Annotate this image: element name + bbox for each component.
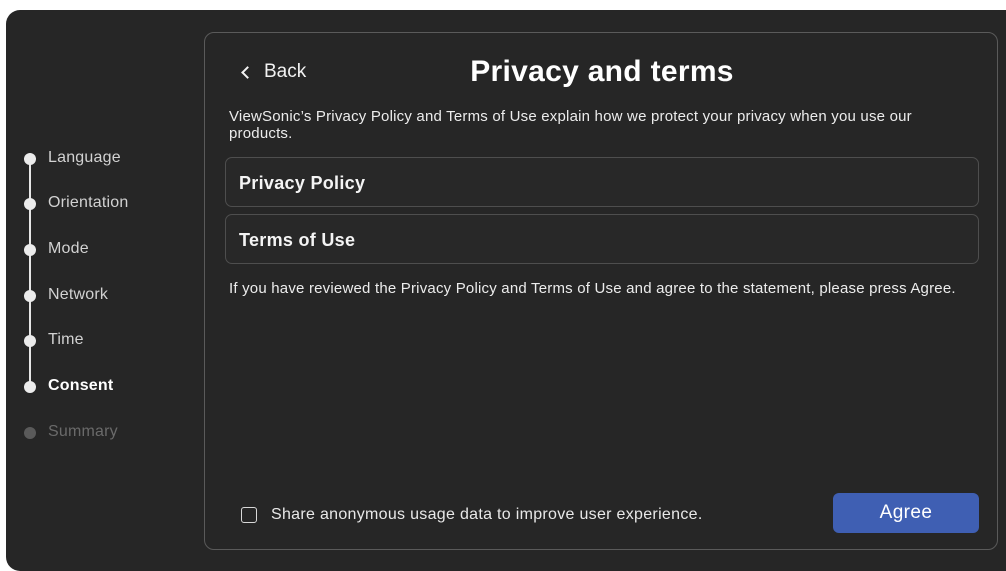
terms-of-use-link[interactable]: Terms of Use xyxy=(225,214,979,264)
privacy-policy-link[interactable]: Privacy Policy xyxy=(225,157,979,207)
step-label: Orientation xyxy=(48,194,129,211)
step-dot-icon xyxy=(24,427,36,439)
step-label: Consent xyxy=(48,377,114,394)
step-label: Mode xyxy=(48,240,89,257)
step-dot-icon xyxy=(24,290,36,302)
back-label: Back xyxy=(264,61,307,82)
step-network: Network xyxy=(6,285,196,307)
step-orientation: Orientation xyxy=(6,193,196,215)
step-summary: Summary xyxy=(6,422,196,444)
step-mode: Mode xyxy=(6,239,196,261)
step-dot-icon xyxy=(24,381,36,393)
step-label: Network xyxy=(48,286,109,303)
back-button[interactable]: Back xyxy=(239,59,306,85)
intro-text: ViewSonic’s Privacy Policy and Terms of … xyxy=(229,108,912,142)
page-title: Privacy and terms xyxy=(470,55,734,88)
step-dot-icon xyxy=(24,335,36,347)
agree-button[interactable]: Agree xyxy=(833,493,979,533)
share-data-option[interactable]: Share anonymous usage data to improve us… xyxy=(241,504,703,526)
share-data-label: Share anonymous usage data to improve us… xyxy=(271,506,703,523)
step-time: Time xyxy=(6,330,196,352)
step-label: Language xyxy=(48,149,121,166)
step-label: Summary xyxy=(48,423,118,440)
step-consent: Consent xyxy=(6,376,196,398)
privacy-panel: Privacy and terms Back ViewSonic’s Priva… xyxy=(204,32,998,550)
chevron-left-icon xyxy=(241,65,254,79)
step-label: Time xyxy=(48,331,84,348)
step-dot-icon xyxy=(24,198,36,210)
setup-stepper: Language Orientation Mode Network Time C… xyxy=(6,148,196,448)
agree-notice: If you have reviewed the Privacy Policy … xyxy=(229,280,956,297)
step-dot-icon xyxy=(24,244,36,256)
privacy-policy-label: Privacy Policy xyxy=(239,173,366,193)
setup-screen: Language Orientation Mode Network Time C… xyxy=(6,10,1006,571)
step-language: Language xyxy=(6,148,196,170)
checkbox-unchecked-icon[interactable] xyxy=(241,507,257,523)
step-dot-icon xyxy=(24,153,36,165)
terms-of-use-label: Terms of Use xyxy=(239,230,356,250)
